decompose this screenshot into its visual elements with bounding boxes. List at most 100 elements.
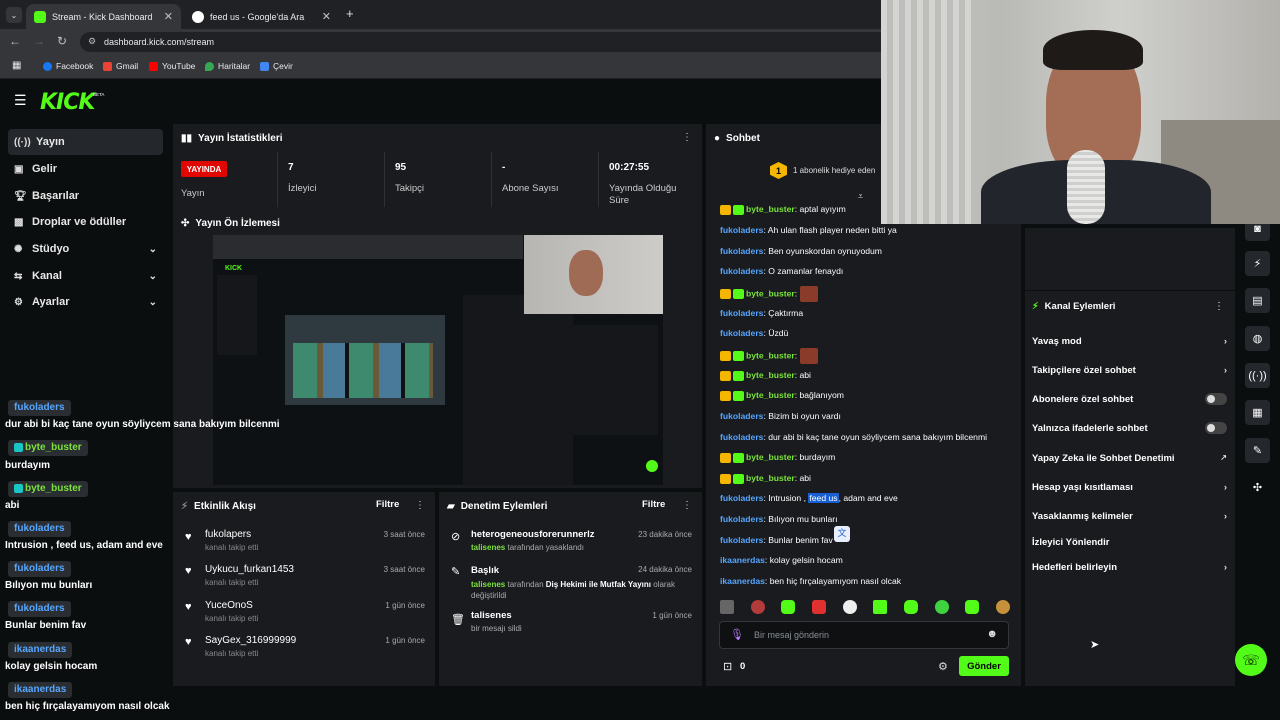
- chat-message: byte_buster: aptal ayıyım: [720, 204, 846, 215]
- browser-tab-kick[interactable]: Stream - Kick Dashboard ✕: [26, 4, 181, 29]
- stat-divider: [491, 152, 492, 207]
- banned-words-item[interactable]: Yasaklanmış kelimeler ›: [1032, 511, 1227, 522]
- panel-divider: [1025, 290, 1235, 291]
- chevron-right-icon: ›: [1223, 336, 1227, 347]
- send-button[interactable]: Gönder: [959, 656, 1009, 676]
- new-tab-icon[interactable]: +: [346, 6, 354, 21]
- more-options-icon[interactable]: ⋮: [1214, 301, 1224, 312]
- emote-icon[interactable]: [934, 600, 949, 614]
- emote-icon[interactable]: [781, 600, 796, 614]
- rail-broadcast-icon[interactable]: ((·)): [1245, 363, 1270, 388]
- mod-badge-icon: [733, 351, 744, 361]
- emote-icon[interactable]: [720, 600, 734, 614]
- rail-document-icon[interactable]: ▤: [1245, 288, 1270, 313]
- url-input[interactable]: ⚙ dashboard.kick.com/stream: [80, 32, 940, 52]
- points-icon[interactable]: ⊡: [723, 660, 732, 673]
- bookmark-translate[interactable]: Çevir: [260, 61, 293, 71]
- uptime-value: 00:27:55: [609, 162, 650, 173]
- emote-icon[interactable]: [873, 600, 888, 614]
- translate-popup-icon[interactable]: 文: [834, 526, 850, 542]
- preview-actions: [573, 325, 658, 435]
- pin-toggle-icon[interactable]: ⩡: [858, 191, 863, 202]
- live-badge: YAYINDA: [181, 161, 227, 177]
- more-options-icon[interactable]: ⋮: [682, 132, 692, 143]
- reload-icon[interactable]: ↻: [57, 34, 67, 48]
- sidebar-item-basarilar[interactable]: 🏆︎ Başarılar: [8, 183, 163, 209]
- browser-tab-google[interactable]: feed us - Google'da Ara ✕: [184, 4, 339, 29]
- forward-icon[interactable]: →: [33, 34, 45, 48]
- account-age-item[interactable]: Hesap yaşı kısıtlaması ›: [1032, 482, 1227, 493]
- emoji-icon[interactable]: ☻: [986, 628, 998, 640]
- activity-filter-button[interactable]: Filtre: [376, 499, 399, 510]
- slow-mode-item[interactable]: Yavaş mod ›: [1032, 336, 1227, 347]
- overlay-message: ben hiç fırçalayamıyom nasıl olcak: [5, 701, 170, 712]
- crown-badge-icon: [720, 452, 731, 463]
- bookmark-gmail[interactable]: Gmail: [103, 61, 138, 71]
- chevron-down-icon: ⌄: [148, 270, 157, 282]
- chat-icon: ●: [714, 132, 721, 144]
- emote-icon[interactable]: [842, 600, 857, 614]
- close-icon[interactable]: ✕: [322, 10, 331, 23]
- chat-message: byte_buster:: [720, 348, 818, 364]
- overlay-chat: fukoladers dur abi bi kaç tane oyun söyl…: [0, 396, 290, 720]
- back-icon[interactable]: ←: [9, 34, 21, 48]
- subs-value: -: [502, 162, 506, 173]
- raid-item[interactable]: İzleyici Yönlendir: [1032, 537, 1227, 548]
- moderation-filter-button[interactable]: Filtre: [642, 499, 665, 510]
- sidebar-item-ayarlar[interactable]: ⚙ Ayarlar ⌄: [8, 289, 163, 315]
- tab-list-chevron-icon[interactable]: ⌄: [6, 7, 22, 23]
- emotes-only-toggle[interactable]: [1205, 422, 1227, 434]
- sidebar-item-yayin[interactable]: ((·)) Yayın: [8, 129, 163, 155]
- more-options-icon[interactable]: ⋮: [682, 500, 692, 511]
- chat-input-placeholder: Bir mesaj gönderin: [754, 630, 830, 640]
- emote-icon[interactable]: [965, 600, 980, 614]
- bookmark-maps[interactable]: Haritalar: [205, 61, 250, 71]
- chat-message: ikaanerdas: ben hiç fırçalayamıyom nasıl…: [720, 576, 902, 586]
- ai-moderation-item[interactable]: Yapay Zeka ile Sohbet Denetimi ↗: [1032, 453, 1227, 464]
- more-options-icon[interactable]: ⋮: [415, 500, 425, 511]
- trophy-icon: 🏆︎: [14, 190, 27, 202]
- close-icon[interactable]: ✕: [164, 10, 173, 23]
- chevron-right-icon: ›: [1223, 511, 1227, 522]
- chat-input[interactable]: 🎙︎ Bir mesaj gönderin ☻: [719, 621, 1009, 649]
- mod-badge-icon: [14, 483, 23, 493]
- channel-actions-header: ⚡︎ Kanal Eylemleri: [1032, 301, 1116, 312]
- subscribers-only-toggle[interactable]: [1205, 393, 1227, 405]
- apps-grid-icon[interactable]: ▦: [12, 60, 21, 71]
- chat-message: fukoladers: O zamanlar fenaydı: [720, 266, 844, 276]
- subs-label: Abone Sayısı: [502, 183, 559, 194]
- help-support-button[interactable]: ☏: [1235, 644, 1267, 676]
- mod-item-desc: talisenes tarafından Diş Hekimi ile Mutf…: [471, 580, 676, 600]
- chat-message: fukoladers: Bunlar benim fav: [720, 535, 833, 545]
- sidebar-item-gelir[interactable]: ▣ Gelir: [8, 156, 163, 182]
- microphone-icon[interactable]: 🎙︎: [730, 628, 744, 641]
- emote-icon[interactable]: [995, 600, 1010, 614]
- chat-message: byte_buster: bağlanıyom: [720, 390, 844, 401]
- kick-logo[interactable]: KICK: [40, 90, 95, 115]
- rail-lightning-icon[interactable]: ⚡︎: [1245, 251, 1270, 276]
- emote-icon[interactable]: [750, 600, 765, 614]
- menu-icon[interactable]: ☰: [14, 92, 27, 109]
- goals-item[interactable]: Hedefleri belirleyin ›: [1032, 562, 1227, 573]
- rail-store-icon[interactable]: ▦: [1245, 400, 1270, 425]
- bookmark-youtube[interactable]: YouTube: [149, 61, 195, 71]
- emote-icon[interactable]: [903, 600, 918, 614]
- followers-only-item[interactable]: Takipçilere özel sohbet ›: [1032, 365, 1227, 376]
- overlay-username: ikaanerdas: [8, 642, 73, 658]
- bookmark-facebook[interactable]: Facebook: [43, 61, 93, 71]
- site-info-icon[interactable]: ⚙: [88, 36, 96, 47]
- rail-wrench-icon[interactable]: ✎: [1245, 438, 1270, 463]
- sidebar-item-studyo[interactable]: ✺ Stüdyo ⌄: [8, 236, 163, 262]
- chat-message: fukoladers: Üzdü: [720, 328, 789, 338]
- sidebar-item-droplar[interactable]: ▩ Droplar ve ödüller: [8, 209, 163, 235]
- mod-badge-icon: [733, 473, 744, 484]
- uptime-label: Yayında Olduğu Süre: [609, 183, 677, 206]
- chat-message: fukoladers: Intrusion , feed us, adam an…: [720, 493, 898, 503]
- rail-apps-icon[interactable]: ✣: [1245, 475, 1270, 500]
- chat-message: fukoladers: Bılıyon mu bunları: [720, 514, 838, 524]
- emote-icon[interactable]: [811, 600, 826, 614]
- moderation-panel: ▰ Denetim Eylemleri Filtre ⋮ ⊘ heterogene…: [439, 492, 702, 686]
- sidebar-item-kanal[interactable]: ⇆ Kanal ⌄: [8, 263, 163, 289]
- chat-settings-icon[interactable]: ⚙: [938, 660, 948, 673]
- rail-chat-icon[interactable]: ◍: [1245, 326, 1270, 351]
